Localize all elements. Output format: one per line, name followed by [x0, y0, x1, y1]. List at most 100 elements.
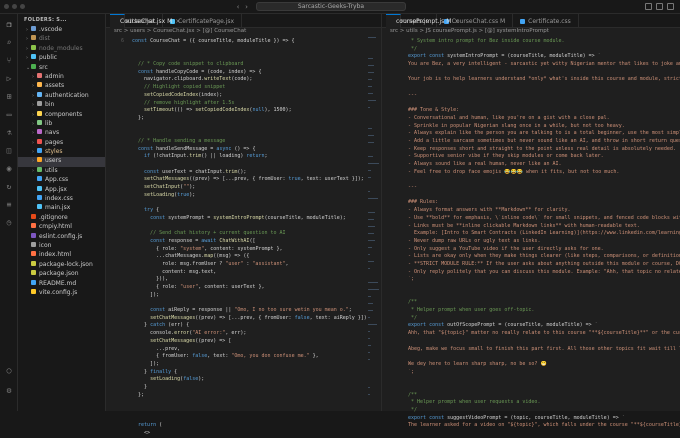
code-line[interactable]: [382, 384, 680, 392]
right-code-area[interactable]: * System intro prompt for Bez inside cou…: [382, 37, 680, 430]
code-line[interactable]: // * Copy code snippet to clipboard: [106, 61, 381, 69]
tree-item[interactable]: › public: [18, 54, 105, 63]
code-line[interactable]: [382, 84, 680, 92]
code-line[interactable]: [382, 176, 680, 184]
code-line[interactable]: We dey here to learn sharp sharp, no be …: [382, 361, 680, 369]
code-line[interactable]: * System intro prompt for Bez inside cou…: [382, 38, 680, 46]
code-line[interactable]: - Use **bold** for emphasis, \`inline co…: [382, 215, 680, 223]
code-line[interactable]: [106, 299, 381, 307]
code-line[interactable]: */: [382, 315, 680, 323]
code-line[interactable]: export const systemIntroPrompt = (course…: [382, 53, 680, 61]
code-line[interactable]: - Sprinkle in popular Nigerian slang onc…: [382, 123, 680, 131]
tree-item[interactable]: index.css: [18, 195, 105, 204]
command-center-search[interactable]: Sarcastic-Geeks-Tryba: [256, 2, 406, 11]
code-line[interactable]: [106, 130, 381, 138]
tree-item[interactable]: icon: [18, 241, 105, 251]
code-line[interactable]: - Keep responses short and straight to t…: [382, 146, 680, 154]
code-line[interactable]: if (!chatInput.trim() || loading) return…: [106, 153, 381, 161]
code-line[interactable]: ### Tone & Style:: [382, 107, 680, 115]
toggle-sidebar-icon[interactable]: [645, 3, 652, 10]
right-breadcrumb[interactable]: src > utils > JS coursePrompt.js > [@] s…: [382, 28, 680, 37]
code-line[interactable]: */: [382, 46, 680, 54]
minimize-dot[interactable]: [12, 4, 17, 9]
code-line[interactable]: content: msg.text,: [106, 269, 381, 277]
source-control-icon[interactable]: ⑂: [4, 56, 14, 66]
code-line[interactable]: <>: [106, 430, 381, 438]
docker-icon[interactable]: ◫: [4, 146, 14, 156]
code-line[interactable]: [382, 338, 680, 346]
code-line[interactable]: You are Bez, a very intelligent - sarcas…: [382, 61, 680, 69]
code-line[interactable]: ]);: [106, 292, 381, 300]
code-line[interactable]: [382, 292, 680, 300]
code-line[interactable]: - Always format answers with **Markdown*…: [382, 207, 680, 215]
testing-icon[interactable]: ⚗: [4, 128, 14, 138]
code-line[interactable]: - Add a little sarcasm sometimes but nev…: [382, 138, 680, 146]
code-line[interactable]: { role: "system", content: systemPrompt …: [106, 246, 381, 254]
tree-item[interactable]: › lib: [18, 119, 105, 129]
code-line[interactable]: ...chatMessages.map((msg) => ({: [106, 253, 381, 261]
code-line[interactable]: [382, 192, 680, 200]
tree-item[interactable]: › bin: [18, 101, 105, 110]
code-line[interactable]: setTimeout(() => setCopiedCodeIndex(null…: [106, 107, 381, 115]
code-line[interactable]: - Only suggest a YouTube video if the us…: [382, 246, 680, 254]
code-line[interactable]: } catch (err) {: [106, 322, 381, 330]
code-line[interactable]: setChatMessages((prev) => [...prev, { fr…: [106, 176, 381, 184]
code-line[interactable]: /**: [382, 392, 680, 400]
code-line[interactable]: const handleCopyCode = (code, index) => …: [106, 69, 381, 77]
code-line[interactable]: role: msg.fromUser ? "user" : "assistant…: [106, 261, 381, 269]
remote-explorer-icon[interactable]: ▭: [4, 110, 14, 120]
tree-item[interactable]: › dist: [18, 35, 105, 44]
tree-item[interactable]: › styles: [18, 148, 105, 157]
tree-item[interactable]: .gitignore: [18, 213, 105, 223]
code-line[interactable]: `;: [382, 276, 680, 284]
extensions-icon[interactable]: ⊞: [4, 92, 14, 102]
tree-item[interactable]: cmpiy.html: [18, 223, 105, 232]
code-line[interactable]: console.error("AI error:", err);: [106, 330, 381, 338]
code-line[interactable]: [106, 399, 381, 407]
code-line[interactable]: const response = await ChatWithAI([: [106, 238, 381, 246]
close-dot[interactable]: [4, 4, 9, 9]
code-line[interactable]: ---: [382, 92, 680, 100]
code-line[interactable]: - Always sound like a real human, never …: [382, 161, 680, 169]
code-line[interactable]: setCopiedCodeIndex(index);: [106, 92, 381, 100]
code-line[interactable]: setLoading(true);: [106, 192, 381, 200]
code-line[interactable]: ### Rules:: [382, 199, 680, 207]
tree-item[interactable]: package.json: [18, 270, 105, 279]
tree-item[interactable]: › admin: [18, 72, 105, 82]
code-line[interactable]: [382, 69, 680, 77]
code-line[interactable]: - Feel free to drop face emojis 😂😂😂 when…: [382, 169, 680, 177]
tree-item[interactable]: › users: [18, 157, 105, 167]
tree-item[interactable]: › components: [18, 110, 105, 120]
code-line[interactable]: Your job is to help learners understand …: [382, 76, 680, 84]
code-line[interactable]: };: [106, 115, 381, 123]
tree-item[interactable]: › authentication: [18, 91, 105, 101]
code-line[interactable]: * Helper prompt when user goes off-topic…: [382, 307, 680, 315]
code-line[interactable]: // Send chat history + current question …: [106, 230, 381, 238]
nav-arrows-icon[interactable]: ‹ ›: [236, 3, 249, 11]
code-line[interactable]: } finally {: [106, 369, 381, 377]
code-line[interactable]: // remove highlight after 1.5s: [106, 100, 381, 108]
code-line[interactable]: export const suggestVideoPrompt = (topic…: [382, 415, 680, 423]
tree-item[interactable]: App.css: [18, 176, 105, 185]
tree-item[interactable]: › utils: [18, 166, 105, 176]
code-line[interactable]: const systemPrompt = systemIntroPrompt(c…: [106, 215, 381, 223]
code-line[interactable]: - Only reply politely that you can discu…: [382, 269, 680, 277]
tree-item[interactable]: README.md: [18, 279, 105, 289]
code-line[interactable]: // Highlight copied snippet: [106, 84, 381, 92]
code-line[interactable]: try {: [106, 207, 381, 215]
close-tab-icon[interactable]: ×: [454, 18, 459, 25]
tree-item[interactable]: › assets: [18, 82, 105, 91]
tree-item[interactable]: index.html: [18, 251, 105, 260]
tree-item[interactable]: › navs: [18, 129, 105, 138]
code-line[interactable]: Ahh, that "${topic}" matter no really re…: [382, 330, 680, 338]
code-line[interactable]: const userText = chatInput.trim();: [106, 169, 381, 177]
code-line[interactable]: [106, 161, 381, 169]
code-line[interactable]: 6 const CourseChat = ({ courseTitle, modu…: [106, 38, 381, 46]
code-line[interactable]: export const outOfScopePrompt = (courseT…: [382, 322, 680, 330]
tree-item[interactable]: › node_modules: [18, 44, 105, 54]
code-line[interactable]: [106, 199, 381, 207]
code-line[interactable]: const handleSendMessage = async () => {: [106, 146, 381, 154]
code-line[interactable]: [382, 100, 680, 108]
run-debug-icon[interactable]: ▷: [4, 74, 14, 84]
code-line[interactable]: /**: [382, 299, 680, 307]
